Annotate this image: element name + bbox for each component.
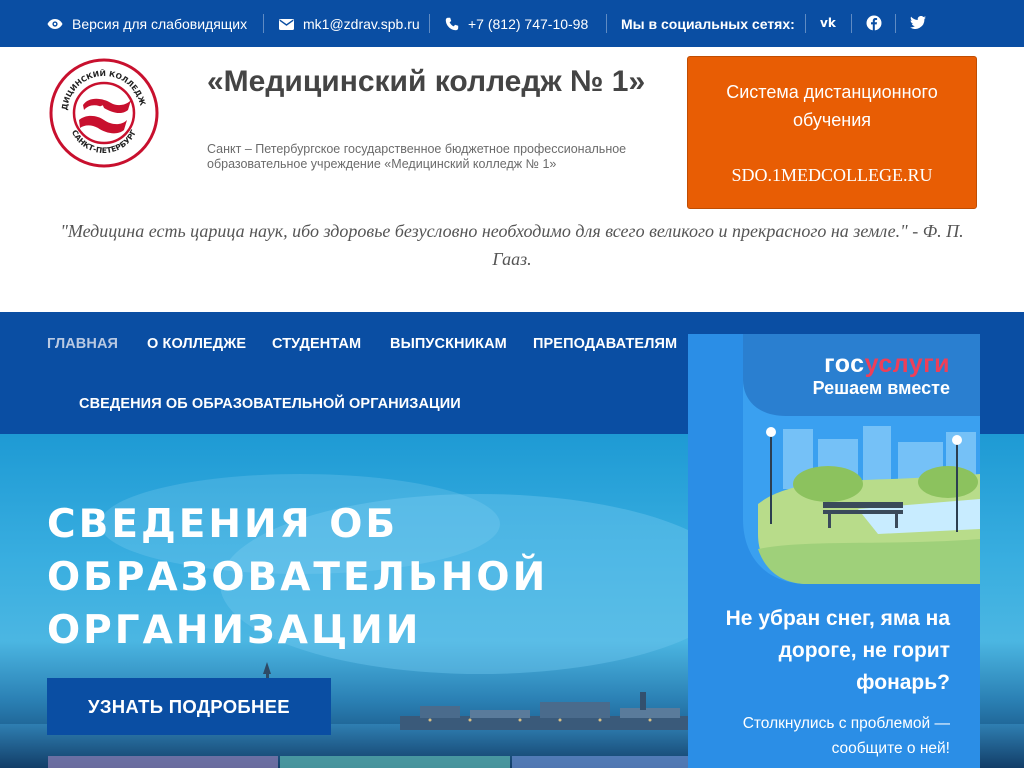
nav-item-graduates[interactable]: ВЫПУСКНИКАМ [390,336,507,352]
phone-icon [445,17,459,31]
top-bar: Версия для слабовидящих mk1@zdrav.spb.ru… [0,0,1024,47]
eye-icon [47,18,63,30]
twitter-icon[interactable] [910,16,926,29]
college-logo[interactable]: МЕДИЦИНСКИЙ КОЛЛЕДЖ №1 САНКТ-ПЕТЕРБУРГ [44,51,159,168]
distance-learning-button[interactable]: Система дистанционного обучения SDO.1MED… [687,56,977,209]
divider [606,14,607,33]
nav-item-students[interactable]: СТУДЕНТАМ [272,336,361,352]
social-label: Мы в социальных сетях: [621,16,795,32]
quote-text: "Медицина есть царица наук, ибо здоровье… [60,221,964,269]
gosuslugi-logo: госуслуги [824,350,950,378]
hero-title: СВЕДЕНИЯ ОБ ОБРАЗОВАТЕЛЬНОЙ ОРГАНИЗАЦИИ [47,498,647,657]
site-title[interactable]: «Медицинский колледж № 1» [207,61,647,103]
site-subtitle: Санкт – Петербургское государственное бю… [207,142,627,171]
sdo-url: SDO.1MEDCOLLEGE.RU [731,165,933,185]
park-illustration [743,334,980,584]
nav-item-home[interactable]: ГЛАВНАЯ [47,336,118,352]
facebook-icon[interactable] [866,15,882,31]
nav-item-org-info[interactable]: СВЕДЕНИЯ ОБ ОБРАЗОВАТЕЛЬНОЙ ОРГАНИЗАЦИИ [79,396,461,412]
sdo-label: Система дистанционного обучения [726,82,938,130]
hero-title-line: ОБРАЗОВАТЕЛЬНОЙ [47,555,549,600]
svg-text:vk: vk [820,16,837,28]
envelope-icon [279,18,294,30]
divider [895,14,896,33]
gosuslugi-cta-text: Столкнулись с проблемой — сообщите о ней… [742,715,950,757]
gosuslugi-banner[interactable]: госуслуги Решаем вместе Не убран снег, я… [688,334,980,768]
phone-link[interactable]: +7 (812) 747-10-98 [445,16,588,32]
hero-title-line: ОРГАНИЗАЦИИ [47,608,422,653]
vk-icon[interactable]: vk [820,16,838,28]
divider [429,14,430,33]
accessibility-label: Версия для слабовидящих [72,16,248,32]
divider [851,14,852,33]
gosuslugi-tagline: Решаем вместе [812,378,950,398]
hero-title-line: СВЕДЕНИЯ ОБ [47,502,399,547]
accessibility-version-link[interactable]: Версия для слабовидящих [47,16,247,32]
email-text: mk1@zdrav.spb.ru [303,16,420,32]
gosuslugi-problem-text: Не убран снег, яма на дороге, не горит ф… [725,607,950,694]
phone-text: +7 (812) 747-10-98 [468,16,589,32]
divider [805,14,806,33]
learn-more-button[interactable]: УЗНАТЬ ПОДРОБНЕЕ [47,678,331,735]
nav-item-teachers[interactable]: ПРЕПОДАВАТЕЛЯМ [533,336,677,352]
nav-item-about[interactable]: О КОЛЛЕДЖЕ [147,336,246,352]
email-link[interactable]: mk1@zdrav.spb.ru [279,16,420,32]
divider [263,14,264,33]
